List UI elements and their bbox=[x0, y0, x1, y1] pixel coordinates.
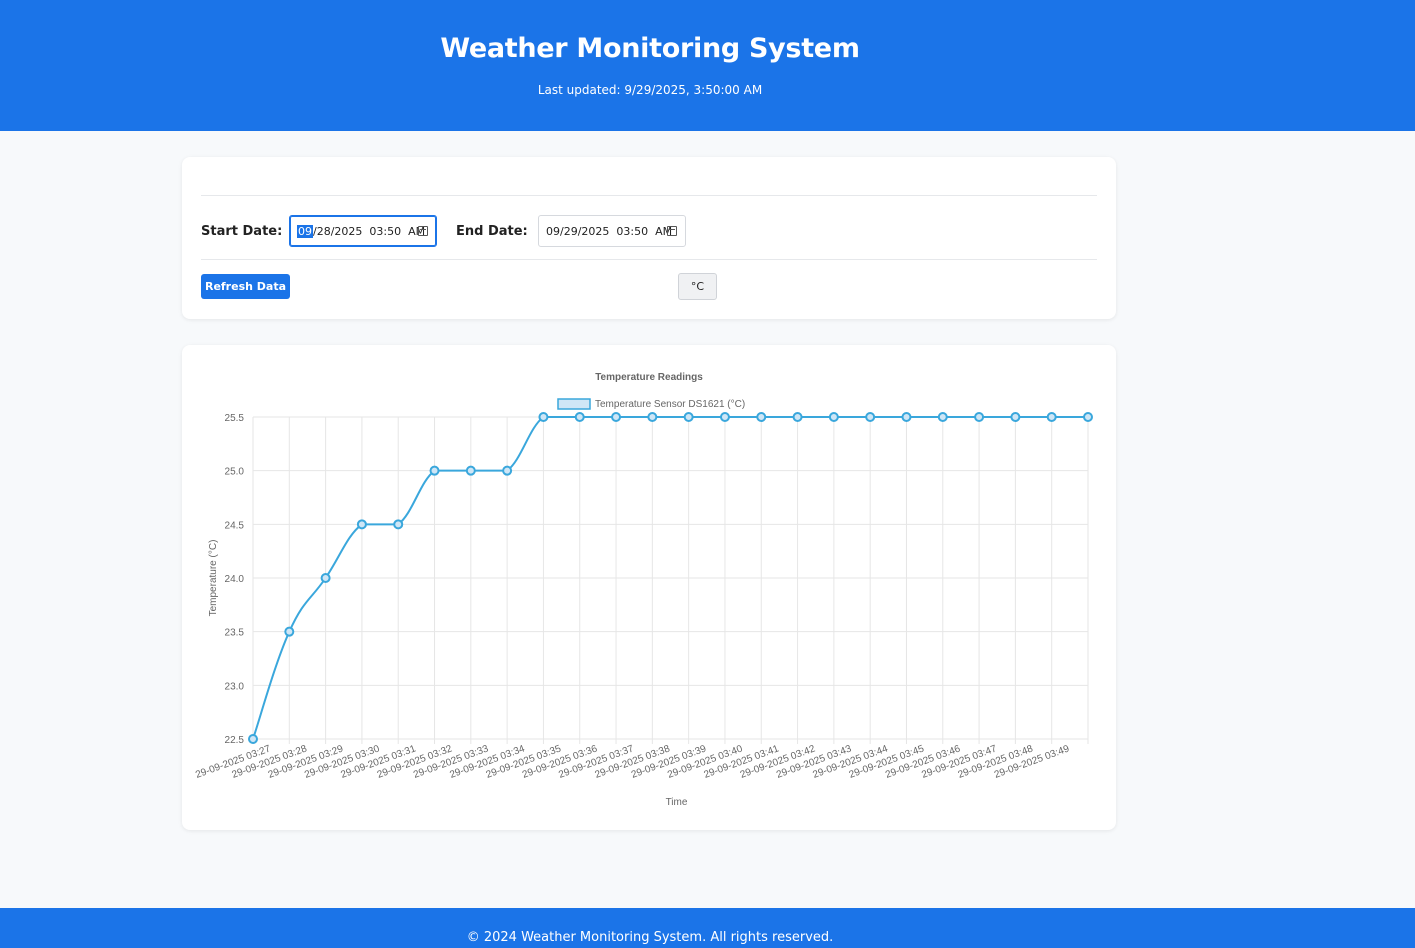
unit-toggle-button[interactable]: °C bbox=[678, 273, 717, 300]
start-date-rest: /28/2025 03:50 AM bbox=[313, 224, 426, 238]
data-point bbox=[719, 412, 730, 422]
data-point bbox=[248, 734, 258, 744]
data-point bbox=[574, 412, 585, 422]
calendar-icon[interactable] bbox=[667, 226, 677, 236]
data-point bbox=[611, 412, 622, 422]
data-point bbox=[393, 519, 404, 530]
data-point bbox=[1083, 412, 1093, 422]
y-tick-label: 22.5 bbox=[225, 735, 245, 746]
chart-title: Temperature Readings bbox=[595, 372, 703, 383]
last-updated-text: Last updated: 9/29/2025, 3:50:00 AM bbox=[537, 83, 763, 97]
data-point bbox=[320, 573, 331, 583]
end-date-input[interactable]: 09/29/2025 03:50 AM bbox=[538, 215, 686, 247]
start-date-month-segment[interactable]: 09 bbox=[297, 224, 313, 238]
page-title: Weather Monitoring System bbox=[440, 33, 860, 64]
data-point bbox=[284, 626, 295, 637]
page-footer: © 2024 Weather Monitoring System. All ri… bbox=[0, 908, 1415, 948]
y-tick-label: 23.0 bbox=[225, 681, 245, 692]
y-tick-label: 23.5 bbox=[225, 628, 245, 639]
data-point bbox=[356, 519, 367, 530]
data-point bbox=[683, 412, 694, 422]
data-point bbox=[865, 412, 876, 422]
data-point bbox=[792, 412, 803, 422]
refresh-data-button[interactable]: Refresh Data bbox=[201, 274, 290, 299]
legend-label: Temperature Sensor DS1621 (°C) bbox=[595, 399, 745, 410]
data-point bbox=[502, 465, 513, 476]
data-point bbox=[828, 412, 839, 422]
data-point bbox=[465, 465, 476, 476]
data-point bbox=[647, 412, 658, 422]
data-point bbox=[937, 412, 948, 422]
data-point bbox=[538, 412, 549, 422]
x-axis-title: Time bbox=[666, 797, 688, 808]
page-header: Weather Monitoring System Last updated: … bbox=[0, 0, 1415, 131]
end-date-label: End Date: bbox=[456, 224, 528, 239]
data-point bbox=[974, 412, 985, 422]
controls-card: Start Date: 09 /28/2025 03:50 AM End Dat… bbox=[182, 157, 1116, 319]
y-tick-label: 25.0 bbox=[225, 467, 245, 478]
y-tick-label: 24.0 bbox=[225, 574, 245, 585]
temperature-chart: 22.523.023.524.024.525.025.529-09-2025 0… bbox=[194, 372, 1093, 808]
calendar-icon[interactable] bbox=[418, 226, 428, 236]
start-date-input[interactable]: 09 /28/2025 03:50 AM bbox=[289, 215, 437, 247]
start-date-label: Start Date: bbox=[201, 224, 283, 239]
chart-card: 22.5 23.0 23.5 24.0 24.5 25.0 25.5 29-09-2025 0… bbox=[182, 345, 1116, 830]
footer-copyright: © 2024 Weather Monitoring System. All ri… bbox=[466, 930, 834, 945]
data-point bbox=[901, 412, 912, 422]
data-point bbox=[429, 465, 440, 476]
divider bbox=[201, 259, 1097, 260]
y-axis-title: Temperature (°C) bbox=[208, 540, 219, 617]
data-point bbox=[756, 412, 767, 422]
end-date-value: 09/29/2025 03:50 AM bbox=[546, 224, 673, 238]
data-point bbox=[1010, 412, 1021, 422]
y-tick-label: 25.5 bbox=[225, 413, 245, 424]
y-tick-label: 24.5 bbox=[225, 520, 245, 531]
legend-swatch bbox=[557, 398, 591, 410]
data-point bbox=[1046, 412, 1057, 422]
divider bbox=[201, 195, 1097, 196]
